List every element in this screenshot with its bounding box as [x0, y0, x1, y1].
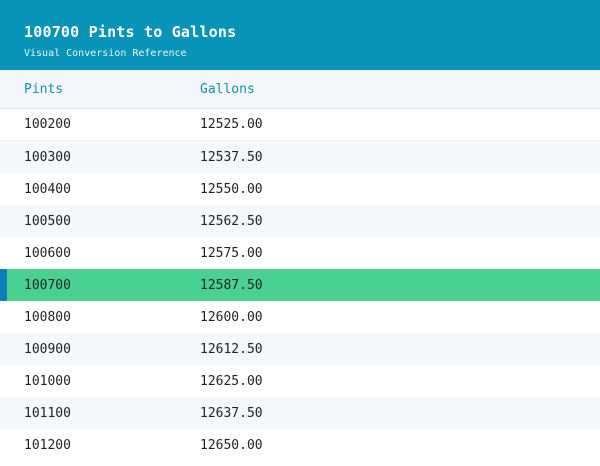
- table-row: 100600 12575.00: [0, 237, 600, 269]
- table-row: 100200 12525.00: [0, 109, 600, 141]
- gallons-cell: 12612.50: [200, 341, 263, 357]
- pints-cell: 100900: [24, 341, 71, 357]
- table-row: 101100 12637.50: [0, 397, 600, 429]
- table-row: 101200 12650.00: [0, 429, 600, 461]
- gallons-cell: 12525.00: [200, 117, 263, 132]
- pints-cell: 100300: [24, 149, 71, 165]
- table-row: 101000 12625.00: [0, 365, 600, 397]
- pints-cell: 101200: [24, 437, 71, 453]
- pints-cell: 100500: [24, 213, 71, 229]
- page-title: 100700 Pints to Gallons: [24, 23, 237, 41]
- pints-cell: 100700: [24, 277, 71, 293]
- gallons-cell: 12537.50: [200, 149, 263, 165]
- gallons-cell: 12625.00: [200, 373, 263, 389]
- gallons-cell: 12562.50: [200, 213, 263, 229]
- table-row: 100400 12550.00: [0, 173, 600, 205]
- conversion-page: 100700 Pints to Gallons Visual Conversio…: [0, 0, 600, 466]
- column-header-gallons: Gallons: [200, 81, 255, 97]
- conversion-table-body: 100200 12525.00 100300 12537.50 100400 1…: [0, 109, 600, 461]
- page-subtitle: Visual Conversion Reference: [24, 48, 187, 59]
- gallons-cell: 12550.00: [200, 181, 263, 197]
- pints-cell: 100400: [24, 181, 71, 197]
- table-row-highlighted: 100700 12587.50: [0, 269, 600, 301]
- page-header: 100700 Pints to Gallons Visual Conversio…: [0, 0, 600, 70]
- gallons-cell: 12637.50: [200, 405, 263, 421]
- pints-cell: 100800: [24, 309, 71, 325]
- table-row: 100800 12600.00: [0, 301, 600, 333]
- gallons-cell: 12575.00: [200, 245, 263, 261]
- table-row: 100500 12562.50: [0, 205, 600, 237]
- pints-cell: 101100: [24, 405, 71, 421]
- gallons-cell: 12587.50: [200, 277, 263, 293]
- gallons-cell: 12600.00: [200, 309, 263, 325]
- gallons-cell: 12650.00: [200, 437, 263, 453]
- table-row: 100900 12612.50: [0, 333, 600, 365]
- pints-cell: 100200: [24, 117, 71, 132]
- column-header-pints: Pints: [24, 81, 64, 97]
- table-row: 100300 12537.50: [0, 141, 600, 173]
- table-header: Pints Gallons: [0, 70, 600, 109]
- pints-cell: 100600: [24, 245, 71, 261]
- pints-cell: 101000: [24, 373, 71, 389]
